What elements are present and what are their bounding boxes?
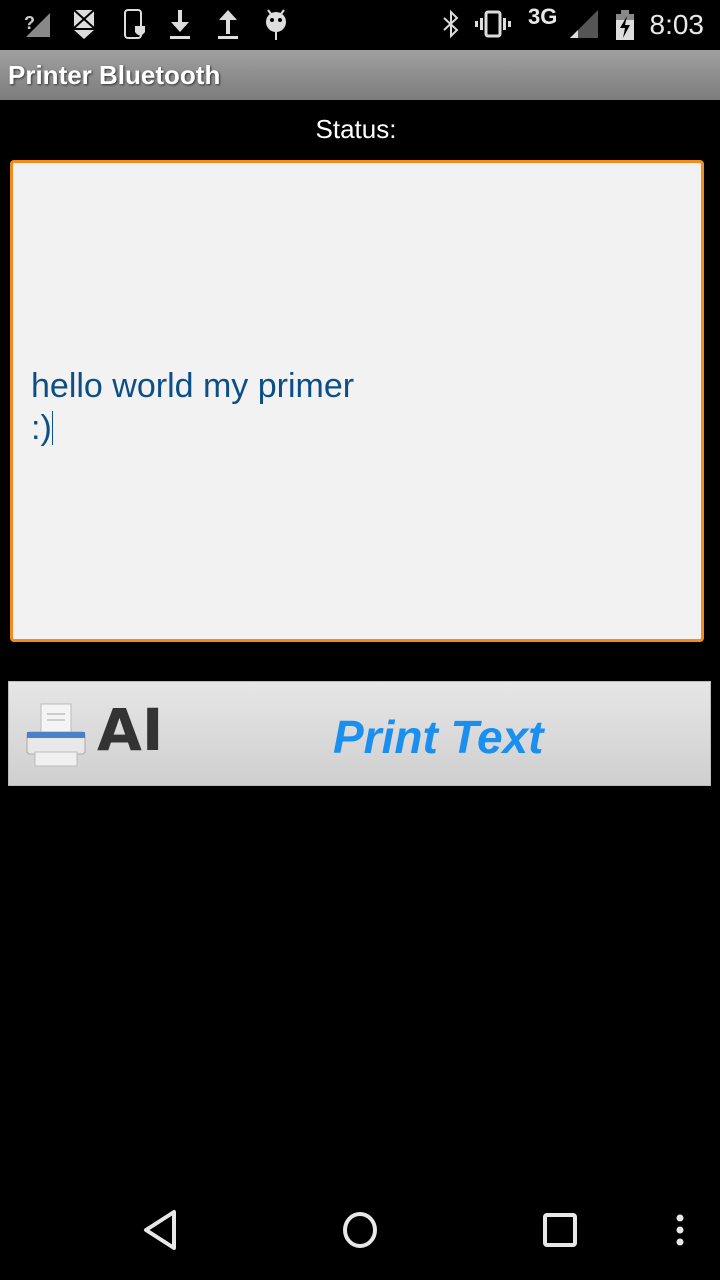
home-button[interactable] (340, 1208, 380, 1257)
cell-signal-icon (568, 8, 600, 40)
vibrate-icon (474, 8, 512, 40)
network-type: 3G (528, 4, 558, 29)
print-text-content: hello world my primer :) (31, 367, 355, 447)
status-label: Status: (315, 114, 397, 144)
title-bar: Printer Bluetooth (0, 50, 720, 100)
upload-icon (214, 8, 242, 40)
recents-button[interactable] (540, 1208, 580, 1257)
download-pending-icon (70, 8, 98, 40)
navigation-bar (0, 1180, 720, 1280)
bluetooth-icon (440, 8, 462, 40)
text-format-icon: AI (97, 696, 164, 764)
print-text-label: Print Text (333, 711, 544, 763)
signal-unknown-icon: ? (22, 8, 52, 40)
printer-icon (25, 700, 89, 775)
app-title: Printer Bluetooth (8, 60, 221, 90)
status-bar: ? 3G 8:03 (0, 0, 720, 48)
overflow-menu-button[interactable] (670, 1208, 690, 1257)
android-debug-icon (262, 8, 290, 40)
clock: 8:03 (649, 9, 705, 40)
print-text-input[interactable]: hello world my primer :) (10, 160, 704, 642)
back-button[interactable] (140, 1208, 180, 1257)
phone-shield-icon (120, 8, 148, 40)
battery-charging-icon (614, 8, 636, 40)
print-text-value[interactable]: hello world my primer :) (31, 365, 354, 449)
text-cursor (51, 411, 53, 445)
print-text-button[interactable]: AI Print Text (8, 681, 711, 786)
download-icon (166, 8, 194, 40)
